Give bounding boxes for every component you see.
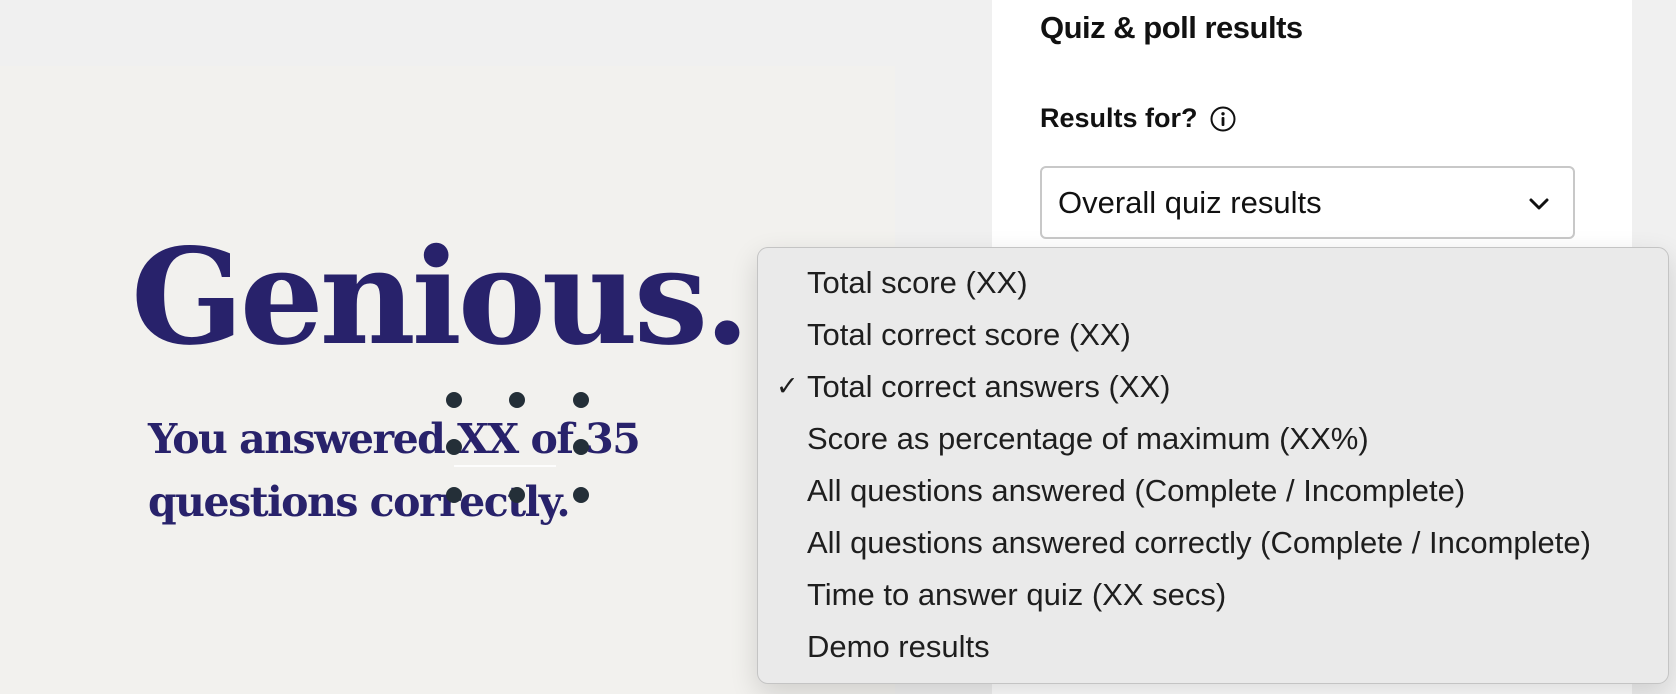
menu-item-total-correct-score[interactable]: Total correct score (XX) [758,309,1668,361]
menu-item-all-answered[interactable]: All questions answered (Complete / Incom… [758,465,1668,517]
menu-item-label: All questions answered (Complete / Incom… [807,473,1466,508]
resize-handle-right[interactable] [573,439,589,455]
select-value: Overall quiz results [1058,184,1322,220]
menu-item-label: Total score (XX) [807,265,1028,300]
text-selection-box[interactable] [446,392,589,503]
menu-item-score-percentage[interactable]: Score as percentage of maximum (XX%) [758,413,1668,465]
menu-item-label: Time to answer quiz (XX secs) [807,577,1227,612]
results-for-label: Results for? [1040,103,1198,133]
result-headline[interactable]: Genious. [131,232,750,364]
resize-handle-bottom-right[interactable] [573,487,589,503]
results-for-label-row: Results for? [1040,103,1236,134]
menu-item-label: Total correct answers (XX) [807,369,1171,404]
resize-handle-top[interactable] [509,392,525,408]
resize-handle-top-right[interactable] [573,392,589,408]
menu-item-label: All questions answered correctly (Comple… [807,525,1591,560]
menu-item-demo-results[interactable]: Demo results [758,621,1668,673]
menu-item-label: Demo results [807,629,990,664]
results-for-select[interactable]: Overall quiz results [1040,166,1575,239]
resize-handle-left[interactable] [446,439,462,455]
checkmark-icon: ✓ [776,371,799,402]
menu-item-label: Score as percentage of maximum (XX%) [807,421,1369,456]
menu-item-all-answered-correctly[interactable]: All questions answered correctly (Comple… [758,517,1668,569]
menu-item-total-correct-answers[interactable]: ✓ Total correct answers (XX) [758,361,1668,413]
menu-item-label: Total correct score (XX) [807,317,1131,352]
chevron-down-icon [1527,192,1551,216]
menu-item-total-score[interactable]: Total score (XX) [758,257,1668,309]
info-icon[interactable] [1210,106,1236,132]
resize-handle-bottom-left[interactable] [446,487,462,503]
resize-handle-top-left[interactable] [446,392,462,408]
result-subline[interactable]: You answered XX of 35 questions correctl… [148,408,668,534]
resize-handle-bottom[interactable] [509,487,525,503]
results-dropdown-menu: Total score (XX) Total correct score (XX… [757,247,1669,684]
panel-title: Quiz & poll results [1040,10,1303,45]
menu-item-time-to-answer[interactable]: Time to answer quiz (XX secs) [758,569,1668,621]
